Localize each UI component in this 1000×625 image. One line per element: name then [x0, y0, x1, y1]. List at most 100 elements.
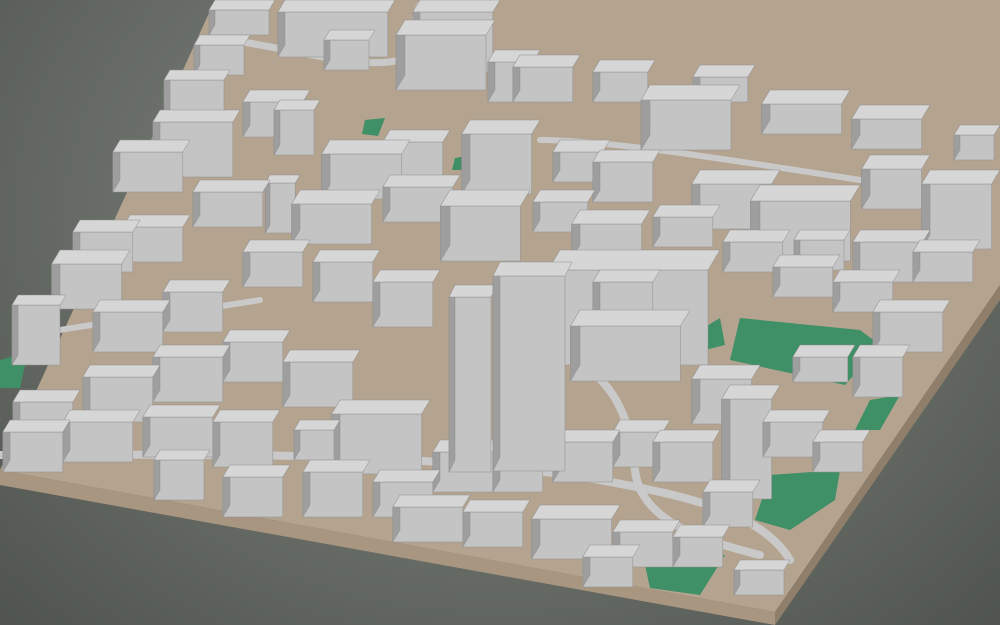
building	[208, 0, 276, 36]
building-wall	[733, 569, 785, 596]
building-roof	[51, 249, 131, 265]
building-wall	[702, 491, 754, 528]
city-model-scene	[0, 0, 1000, 625]
building	[282, 349, 361, 408]
building-roof	[293, 419, 341, 431]
building	[640, 84, 741, 151]
building	[293, 419, 341, 461]
building-roof	[302, 459, 371, 473]
building	[439, 189, 531, 262]
building-roof	[921, 169, 1000, 185]
building-wall	[792, 356, 849, 383]
building-wall	[672, 536, 724, 568]
building-roof	[640, 84, 741, 101]
building	[872, 299, 951, 353]
building-roof	[62, 409, 141, 423]
tower-wall	[492, 275, 566, 472]
building	[851, 104, 931, 150]
building	[323, 29, 376, 71]
building-roof	[532, 189, 596, 203]
building-roof	[112, 139, 191, 153]
building-roof	[2, 419, 71, 433]
building-roof	[792, 344, 856, 358]
building-roof	[222, 464, 291, 478]
building-roof	[153, 449, 211, 461]
building-roof	[321, 139, 411, 155]
building-roof	[592, 59, 656, 73]
building	[222, 464, 291, 518]
building	[953, 124, 1000, 161]
building-wall	[222, 341, 284, 383]
building-roof	[761, 89, 851, 105]
building-roof	[208, 0, 276, 11]
building	[302, 459, 371, 518]
building-roof	[592, 269, 661, 283]
building-wall	[242, 251, 304, 288]
building-wall	[812, 441, 864, 473]
building-wall	[761, 103, 842, 135]
building-roof	[282, 349, 361, 363]
building-wall	[208, 9, 270, 36]
building-roof	[412, 0, 501, 13]
building	[153, 449, 211, 501]
building	[672, 524, 731, 568]
building-roof	[851, 104, 931, 120]
building-roof	[953, 124, 1000, 136]
building-wall	[570, 325, 681, 382]
building-roof	[152, 109, 241, 123]
building-wall	[291, 203, 372, 245]
building	[62, 409, 141, 463]
building-roof	[652, 204, 721, 218]
tower-wall	[448, 284, 456, 473]
building-roof	[652, 429, 721, 443]
building-roof	[163, 69, 231, 81]
building-roof	[722, 229, 791, 243]
building-wall	[861, 168, 922, 210]
building-roof	[861, 154, 931, 170]
building-wall	[652, 216, 714, 248]
building-wall	[582, 556, 634, 588]
building-roof	[162, 279, 231, 293]
building-roof	[691, 364, 761, 380]
tower-roof	[492, 261, 573, 277]
building-roof	[762, 409, 831, 423]
building-roof	[273, 99, 321, 111]
building	[242, 239, 311, 288]
building-wall	[462, 511, 524, 548]
building	[291, 189, 381, 245]
building	[392, 494, 471, 543]
building-wall	[652, 441, 714, 483]
building	[92, 299, 171, 353]
building	[2, 419, 71, 473]
building-roof	[793, 229, 851, 241]
building-roof	[733, 559, 791, 571]
building-wall	[2, 431, 64, 473]
building-roof	[11, 294, 67, 306]
building-roof	[691, 169, 781, 185]
building-roof	[395, 19, 496, 36]
building-roof	[592, 149, 661, 163]
building-wall	[440, 205, 521, 262]
building	[812, 429, 871, 473]
building	[193, 34, 251, 76]
building-wall	[772, 266, 834, 298]
building-roof	[192, 179, 271, 193]
building-roof	[531, 504, 621, 520]
building	[852, 344, 911, 398]
building	[212, 409, 281, 468]
building-wall	[152, 356, 224, 403]
building-roof	[852, 229, 931, 243]
building-wall	[852, 356, 904, 398]
building-wall	[192, 191, 264, 228]
building-roof	[461, 119, 541, 135]
building-wall	[851, 118, 922, 150]
tower	[448, 284, 498, 473]
building-wall	[512, 66, 574, 103]
building	[652, 204, 721, 248]
building-wall	[461, 133, 532, 195]
building-roof	[612, 519, 681, 533]
building-roof	[242, 239, 311, 253]
building	[912, 239, 981, 283]
tower-wall	[448, 296, 492, 473]
building	[112, 139, 191, 193]
